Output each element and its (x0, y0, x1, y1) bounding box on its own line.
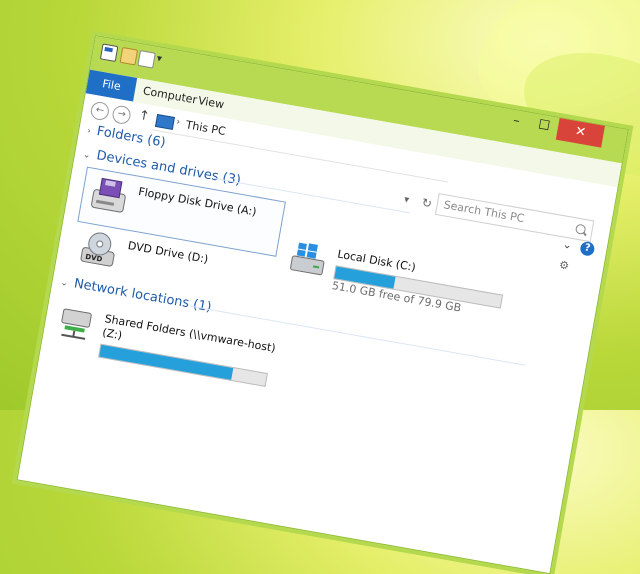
drive-tile-local-disk[interactable]: Local Disk (C:) 51.0 GB free of 79.9 GB (278, 230, 514, 323)
new-folder-icon[interactable] (119, 46, 139, 66)
properties-icon[interactable] (99, 43, 119, 62)
back-arrow-icon[interactable]: ← (89, 100, 111, 122)
qat-dropdown-icon[interactable]: ▾ (156, 53, 163, 65)
search-placeholder: Search This PC (442, 198, 526, 226)
maximize-button[interactable]: ☐ (528, 113, 559, 140)
usage-bar (98, 343, 268, 387)
usage-bar-fill (99, 344, 234, 380)
forward-arrow-icon[interactable]: → (111, 104, 132, 126)
chevron-right-icon: › (86, 126, 92, 137)
floppy-drive-icon (91, 177, 126, 213)
drive-name: Floppy Disk Drive (A:) (137, 185, 258, 219)
address-dropdown-icon[interactable]: ▾ (403, 194, 410, 206)
search-icon[interactable] (574, 223, 587, 236)
settings-icon[interactable]: ⚙ (558, 258, 570, 273)
drive-name: DVD Drive (D:) (126, 239, 210, 266)
dvd-drive-icon: DVD (80, 232, 115, 267)
expand-ribbon-icon[interactable]: ⌄ (562, 238, 573, 252)
chevron-down-icon: ⌄ (59, 277, 69, 289)
refresh-icon[interactable]: ↻ (421, 195, 433, 211)
minimize-button[interactable]: – (501, 108, 532, 135)
drive-letter: (Z:) (101, 325, 124, 343)
document-icon[interactable] (137, 50, 156, 69)
network-drive-icon (61, 308, 92, 340)
up-arrow-icon[interactable]: ↑ (137, 108, 150, 125)
drive-tile-shared-folders[interactable]: Shared Folders (\\vmware-host) (Z:) (42, 295, 281, 404)
chevron-down-icon: ⌄ (82, 149, 92, 161)
explorer-window: ▾ – ☐ ✕ File Computer View This PC ← → ↑… (16, 35, 629, 574)
local-disk-icon (290, 242, 325, 276)
help-icon[interactable]: ? (579, 240, 596, 257)
